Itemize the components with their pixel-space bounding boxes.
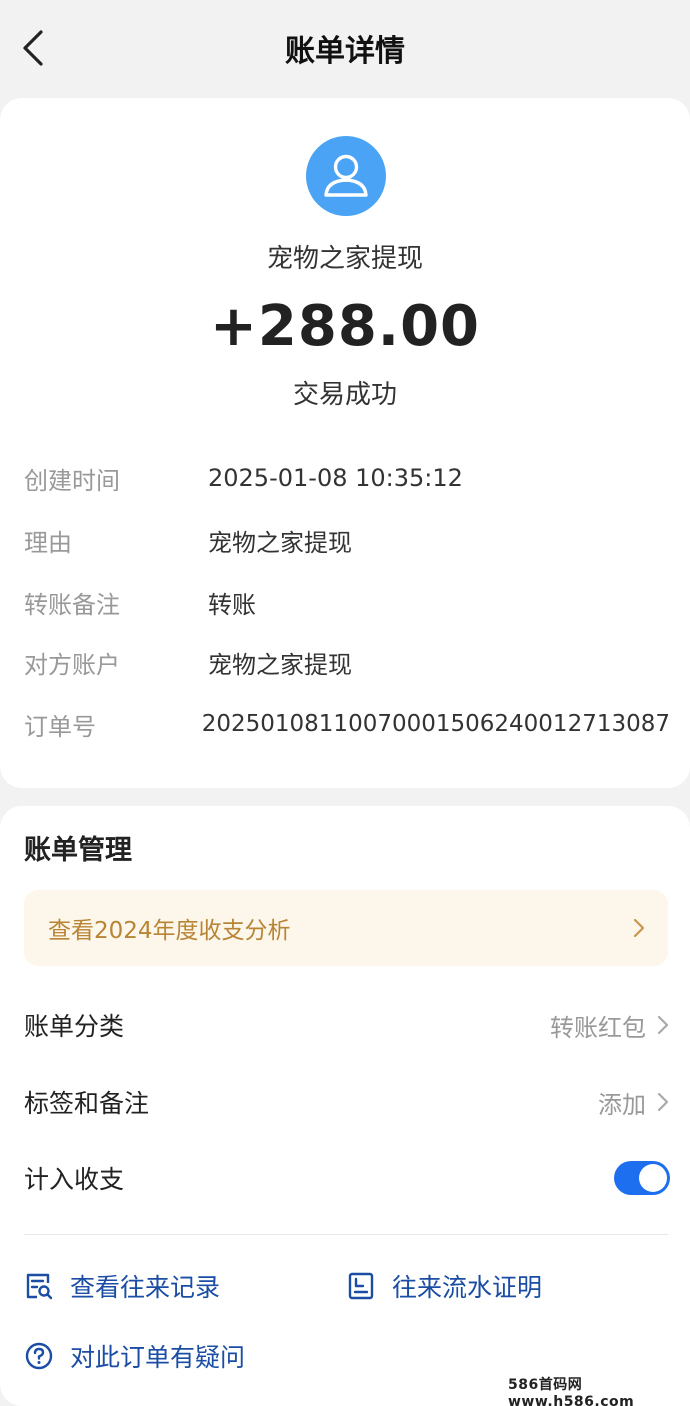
section-title: 账单管理 (24, 835, 132, 866)
order-number-value[interactable]: 20250108110070001506240012713087 (202, 711, 670, 737)
include-in-balance-row: 计入收支 (24, 1150, 670, 1206)
menu-label: 账单分类 (24, 1012, 125, 1041)
include-in-balance-toggle[interactable] (614, 1161, 670, 1195)
detail-label: 创建时间 (24, 466, 120, 495)
detail-label: 对方账户 (24, 650, 120, 679)
chevron-right-icon (657, 1015, 669, 1035)
detail-row-transfer-note: 转账备注 转账 (24, 582, 670, 622)
divider (24, 1234, 668, 1235)
action-label: 往来流水证明 (392, 1273, 543, 1302)
question-circle-icon (25, 1342, 53, 1370)
tags-notes-value: 添加 (598, 1090, 646, 1119)
detail-value: 宠物之家提现 (208, 650, 352, 679)
transaction-card: 宠物之家提现 +288.00 交易成功 创建时间 2025-01-08 10:3… (0, 98, 690, 788)
payee-name: 宠物之家提现 (266, 244, 423, 274)
menu-label: 计入收支 (24, 1165, 125, 1194)
detail-value: 宠物之家提现 (208, 528, 352, 557)
chevron-right-icon (633, 918, 645, 938)
toggle-knob (639, 1164, 667, 1192)
menu-label: 标签和备注 (24, 1089, 150, 1118)
detail-label: 转账备注 (24, 590, 120, 619)
detail-row-created-time: 创建时间 2025-01-08 10:35:12 (24, 458, 670, 498)
statement-proof-link[interactable]: 往来流水证明 (346, 1268, 542, 1304)
banner-text: 查看2024年度收支分析 (48, 918, 291, 944)
annual-analysis-banner[interactable]: 查看2024年度收支分析 (24, 890, 668, 966)
action-label: 对此订单有疑问 (70, 1343, 246, 1372)
order-question-link[interactable]: 对此订单有疑问 (24, 1338, 245, 1374)
detail-row-counterparty: 对方账户 宠物之家提现 (24, 642, 670, 682)
view-history-link[interactable]: 查看往来记录 (24, 1268, 220, 1304)
detail-row-order-number: 订单号 20250108110070001506240012713087 (24, 704, 670, 744)
page-title: 账单详情 (285, 34, 405, 69)
detail-value: 2025-01-08 10:35:12 (208, 464, 463, 492)
avatar (306, 136, 386, 216)
detail-value: 转账 (208, 590, 256, 619)
nav-bar: 账单详情 (0, 0, 690, 96)
chevron-right-icon (657, 1092, 669, 1112)
detail-row-reason: 理由 宠物之家提现 (24, 520, 670, 560)
transaction-amount: +288.00 (209, 294, 481, 359)
tags-notes-row[interactable]: 标签和备注 添加 (24, 1074, 670, 1130)
record-search-icon (26, 1273, 53, 1300)
detail-label: 理由 (24, 528, 72, 557)
bill-category-value: 转账红包 (550, 1013, 646, 1042)
bill-management-card: 账单管理 查看2024年度收支分析 账单分类 转账红包 标签和备注 添加 计入收… (0, 806, 690, 1406)
watermark: 586首码网 www.h586.com (508, 1377, 690, 1406)
user-icon (324, 154, 368, 197)
bill-category-row[interactable]: 账单分类 转账红包 (24, 997, 670, 1053)
document-icon (348, 1272, 374, 1300)
detail-label: 订单号 (24, 712, 96, 741)
action-label: 查看往来记录 (70, 1273, 221, 1302)
transaction-status: 交易成功 (292, 380, 397, 410)
